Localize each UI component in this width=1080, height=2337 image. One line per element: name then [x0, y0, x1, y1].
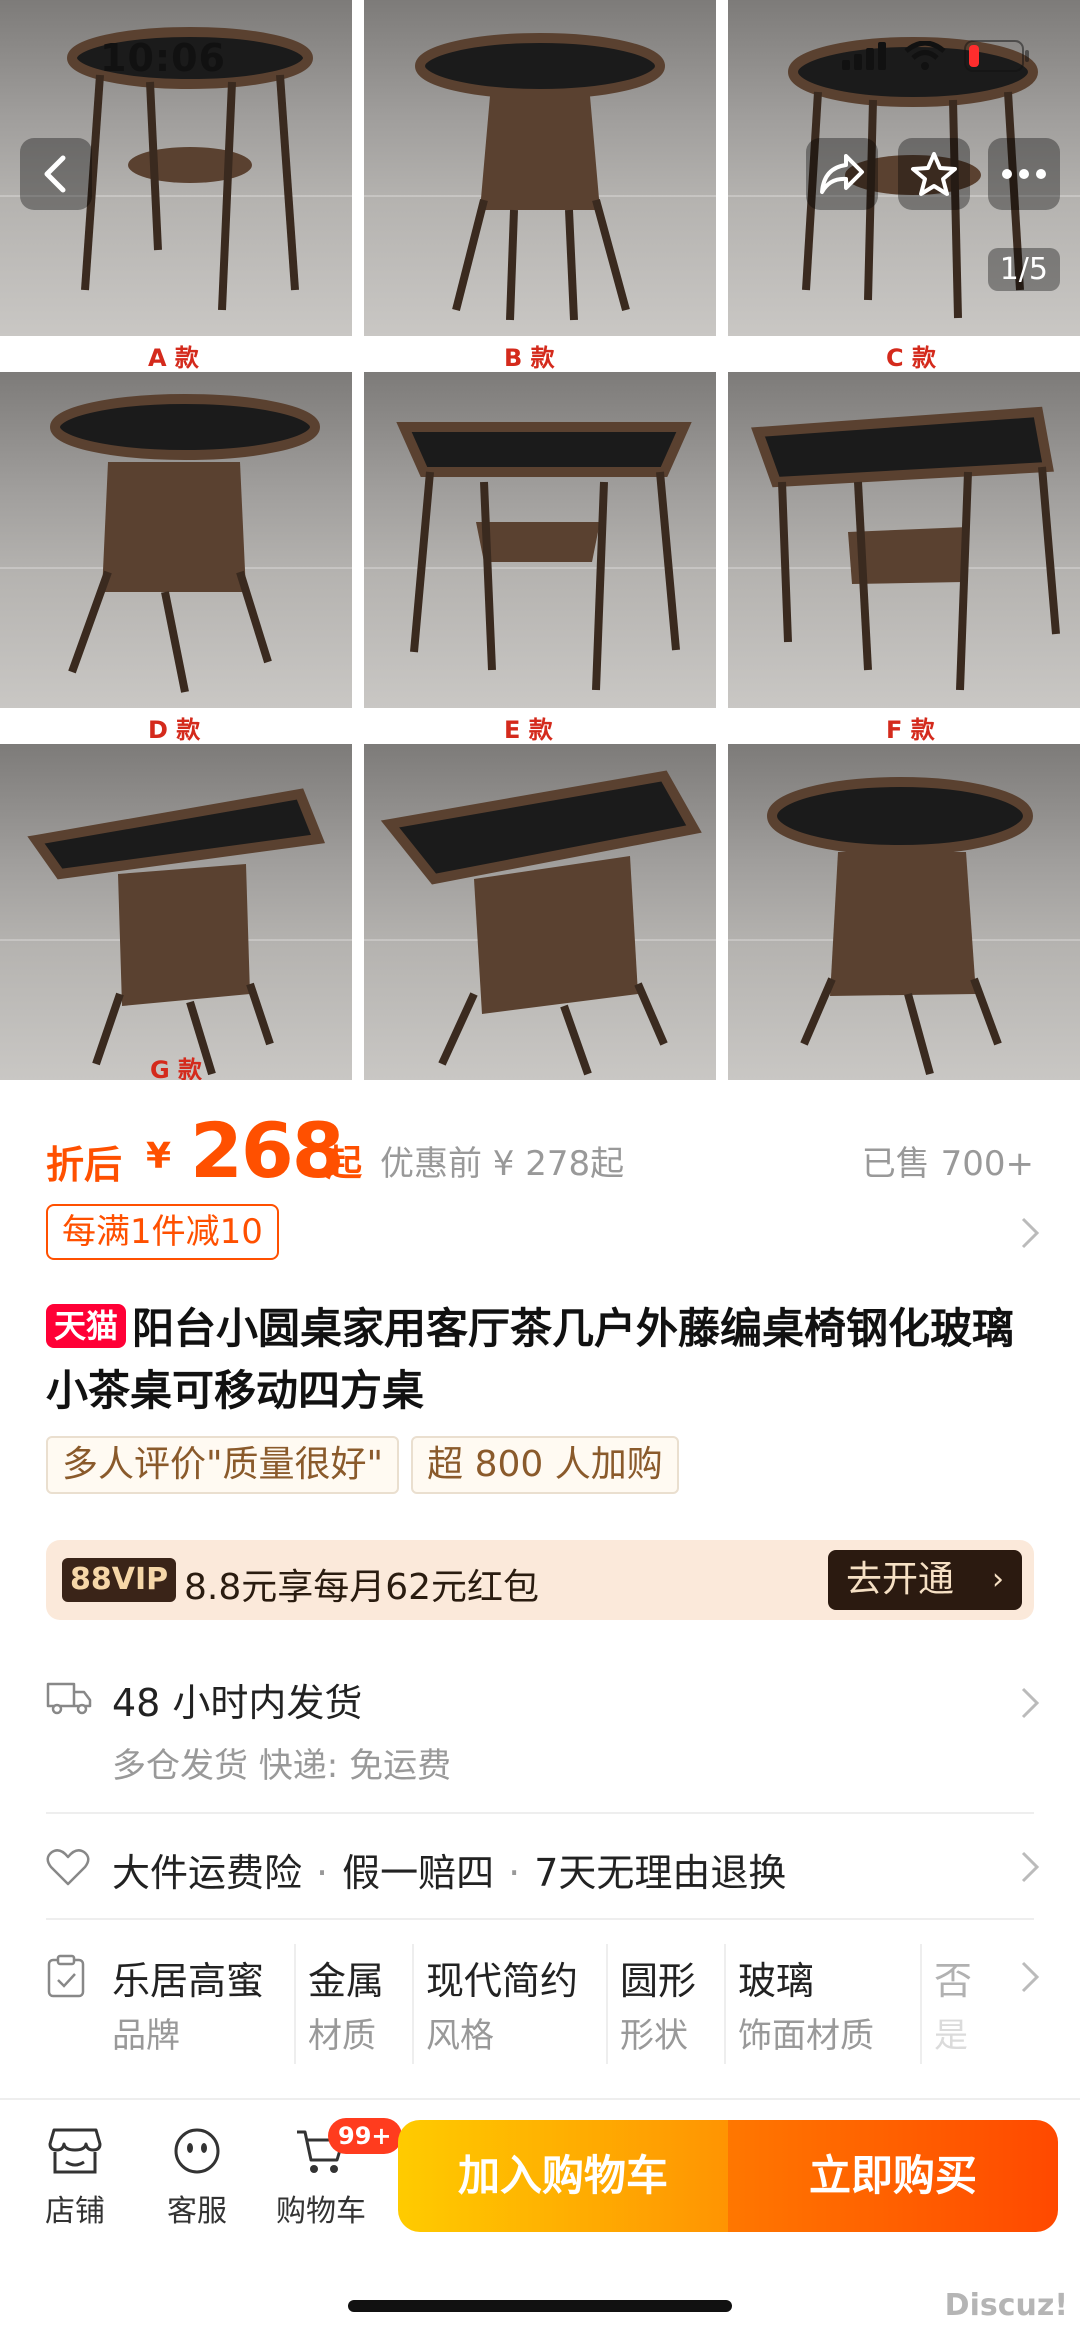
spec-shape: 圆形 形状 [608, 1944, 726, 2064]
spec-key: 是 [934, 2016, 968, 2056]
back-button[interactable] [20, 138, 92, 210]
spec-grid[interactable]: 乐居高蜜 品牌 金属 材质 现代简约 风格 圆形 形状 玻璃 饰面材质 否 是 [100, 1944, 980, 2064]
spec-finish: 玻璃 饰面材质 [726, 1944, 922, 2064]
watermark: Discuz! [944, 2288, 1068, 2323]
spec-key: 品牌 [112, 2016, 180, 2056]
price-suffix: 起 [326, 1143, 363, 1184]
share-icon [820, 154, 864, 194]
guarantee-item: 假一赔四 [342, 1851, 495, 1895]
product-title: 天猫 阳台小圆桌家用客厅茶几户外藤编桌椅钢化玻璃小茶桌可移动四方桌 [46, 1298, 1034, 1422]
favorite-button[interactable] [898, 138, 970, 210]
spec-value: 金属 [308, 1959, 385, 2003]
product-image-f[interactable] [728, 372, 1080, 708]
customer-service-button[interactable]: 客服 [142, 2126, 252, 2230]
truck-icon [46, 1682, 92, 1715]
heart-icon [46, 1849, 90, 1886]
vip-activate-button[interactable]: 去开通 › [828, 1550, 1022, 1610]
price-before-discount: 优惠前 ¥ 278起 [380, 1144, 625, 1184]
guarantee-item: 大件运费险 [112, 1851, 303, 1895]
coupon-tag[interactable]: 每满1件减10 [46, 1204, 279, 1260]
guarantee-list[interactable]: 大件运费险 · 假一赔四 · 7天无理由退换 [112, 1842, 786, 1897]
review-tags: 多人评价"质量很好" 超 800 人加购 [46, 1436, 679, 1494]
tmall-badge: 天猫 [46, 1304, 127, 1348]
buy-now-button[interactable]: 立即购买 [728, 2120, 1058, 2232]
battery-icon [964, 40, 1029, 72]
wifi-icon [904, 41, 946, 70]
chevron-right-icon[interactable] [1020, 1686, 1040, 1720]
spec-value: 现代简约 [426, 1959, 579, 2003]
chevron-right-icon[interactable] [1020, 1960, 1040, 1994]
add-to-cart-button[interactable]: 加入购物车 [398, 2120, 728, 2232]
home-indicator[interactable] [348, 2300, 732, 2312]
star-icon [911, 152, 957, 196]
variant-label-c: C 款 [886, 344, 936, 372]
price-prefix: 折后 [46, 1143, 123, 1187]
cart-button[interactable]: 99+ 购物车 [266, 2118, 402, 2230]
spec-style: 现代简约 风格 [414, 1944, 608, 2064]
more-button[interactable] [988, 138, 1060, 210]
signal-icon [842, 42, 886, 70]
shipping-time: 48 小时内发货 [112, 1681, 363, 1725]
share-button[interactable] [806, 138, 878, 210]
shipping-detail: 多仓发货 快递: 免运费 [112, 1746, 452, 1786]
status-icons [842, 40, 1030, 72]
cart-count-tag[interactable]: 超 800 人加购 [411, 1436, 679, 1494]
variant-label-g: G 款 [150, 1056, 203, 1080]
divider [46, 1918, 1034, 1920]
customer-service-label: 客服 [167, 2194, 227, 2229]
review-tag[interactable]: 多人评价"质量很好" [46, 1436, 400, 1494]
spec-value: 否 [934, 1959, 973, 2003]
price-amount: 268 [190, 1106, 345, 1195]
product-image-g[interactable] [0, 744, 352, 1080]
variant-label-e: E 款 [504, 716, 553, 744]
product-image-i[interactable] [728, 744, 1080, 1080]
store-button[interactable]: 店铺 [20, 2126, 130, 2230]
spec-key: 形状 [620, 2016, 688, 2056]
variant-label-a: A 款 [148, 344, 199, 372]
vip-badge: 88VIP [62, 1558, 177, 1602]
spec-more: 否 是 [922, 1944, 980, 2064]
spec-value: 玻璃 [738, 1959, 815, 2003]
chevron-right-icon[interactable] [1020, 1216, 1040, 1250]
chevron-right-icon: › [992, 1562, 1004, 1597]
chevron-right-icon[interactable] [1020, 1850, 1040, 1884]
spec-value: 圆形 [620, 1959, 697, 2003]
cart-label: 购物车 [276, 2194, 366, 2229]
variant-label-b: B 款 [504, 344, 555, 372]
variant-label-d: D 款 [148, 716, 201, 744]
price-currency: ¥ [146, 1136, 172, 1177]
image-pager: 1/5 [987, 248, 1060, 291]
product-title-text: 阳台小圆桌家用客厅茶几户外藤编桌椅钢化玻璃小茶桌可移动四方桌 [46, 1304, 1015, 1415]
clipboard-icon [47, 1954, 85, 1998]
spec-key: 材质 [308, 2016, 376, 2056]
cart-count-badge: 99+ [328, 2118, 402, 2154]
vip-banner[interactable]: 88VIP 8.8元享每月62元红包 去开通 › [46, 1540, 1034, 1620]
more-icon [1002, 169, 1046, 179]
spec-material: 金属 材质 [296, 1944, 414, 2064]
variant-label-f: F 款 [886, 716, 935, 744]
chevron-left-icon [44, 155, 66, 193]
store-icon [48, 2128, 102, 2174]
store-label: 店铺 [45, 2194, 105, 2229]
spec-key: 饰面材质 [738, 2016, 874, 2056]
product-image-h[interactable] [364, 744, 716, 1080]
vip-activate-label: 去开通 [846, 1559, 955, 1600]
sold-count: 已售 700+ [861, 1144, 1034, 1184]
price-row: 折后 ¥ 268 起 优惠前 ¥ 278起 已售 700+ [46, 1106, 1034, 1195]
vip-text: 8.8元享每月62元红包 [184, 1567, 540, 1608]
product-image-b[interactable] [364, 0, 716, 336]
spec-key: 风格 [426, 2016, 494, 2056]
product-image-d[interactable] [0, 372, 352, 708]
chat-face-icon [174, 2128, 220, 2174]
guarantee-item: 7天无理由退换 [534, 1851, 787, 1895]
status-time: 10:06 [100, 36, 226, 80]
spec-brand: 乐居高蜜 品牌 [100, 1944, 296, 2064]
spec-value: 乐居高蜜 [112, 1959, 265, 2003]
divider [46, 1812, 1034, 1814]
product-image-e[interactable] [364, 372, 716, 708]
